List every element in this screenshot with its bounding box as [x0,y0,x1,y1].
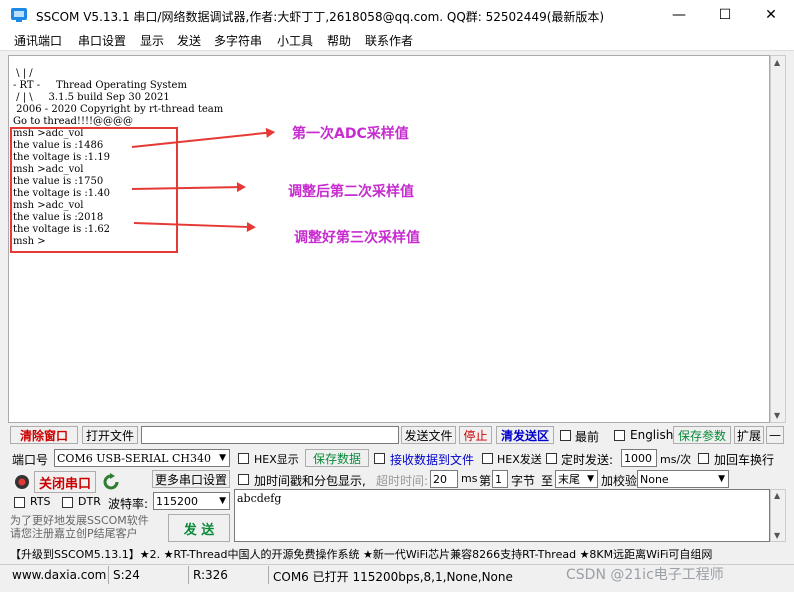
menu-port[interactable]: 通讯端口 [14,32,62,49]
clear-send-button[interactable]: 清发送区 [496,426,554,444]
status-website[interactable]: www.daxia.com [12,568,106,582]
minimize-button[interactable]: — [656,0,702,30]
send-button[interactable]: 发 送 [168,514,230,542]
port-value: COM6 USB-SERIAL CH340 [57,451,211,465]
save-data-button[interactable]: 保存数据 [305,449,369,467]
tail-value: 末尾 [558,473,580,486]
timed-send-label: 定时发送: [561,453,614,467]
annotation-label: 第一次ADC采样值 [292,126,409,142]
expand-button[interactable]: 扩展 [734,426,764,444]
scroll-up-icon[interactable]: ▲ [774,58,780,67]
menu-help[interactable]: 帮助 [327,32,351,49]
promo-ticker[interactable]: 【升级到SSCOM5.13.1】★2. ★RT-Thread中国人的开源免费操作… [10,546,786,562]
timestamp-checkbox[interactable] [238,474,249,485]
timeout-input[interactable]: 20 [430,470,458,488]
topmost-label: 最前 [575,430,600,444]
terminal-line: \ | / [13,68,33,79]
rts-label: RTS [30,495,51,508]
checksum-label: 加校验 [601,474,638,488]
receive-to-file-label[interactable]: 接收数据到文件 [390,451,474,468]
window-title: SSCOM V5.13.1 串口/网络数据调试器,作者:大虾丁丁,2618058… [36,10,605,24]
status-divider [268,566,269,584]
to-label: 至 [541,474,554,488]
hex-display-checkbox[interactable] [238,453,249,464]
english-checkbox[interactable] [614,430,625,441]
port-label: 端口号 [12,453,49,467]
dtr-label: DTR [78,495,101,508]
chevron-down-icon[interactable]: ▼ [587,474,594,484]
record-icon [15,475,29,489]
open-file-button[interactable]: 打开文件 [82,426,138,444]
tail-select[interactable]: 末尾 ▼ [555,470,598,488]
menu-contact[interactable]: 联系作者 [365,32,413,49]
status-received: R:326 [193,568,228,582]
status-port-state: COM6 已打开 115200bps,8,1,None,None [273,570,513,584]
timestamp-label: 加时间戳和分包显示, [254,474,366,488]
scroll-down-icon[interactable]: ▼ [774,531,780,540]
menu-send[interactable]: 发送 [177,32,201,49]
status-divider [188,566,189,584]
english-label: English [630,428,674,442]
timeout-unit: ms [461,472,478,485]
interval-unit: ms/次 [660,453,692,466]
hex-send-checkbox[interactable] [482,453,493,464]
terminal-line: / | \ 3.1.5 build Sep 30 2021 [13,92,170,103]
collapse-button[interactable]: — [766,426,784,444]
status-sent: S:24 [113,568,140,582]
send-input[interactable]: abcdefg [234,489,770,542]
refresh-icon[interactable] [102,473,120,491]
annotation-label: 调整好第三次采样值 [294,230,420,246]
hex-send-label: HEX发送 [497,453,542,466]
baud-select[interactable]: 115200 ▼ [153,492,230,510]
close-port-button[interactable]: 关闭串口 [34,471,96,493]
stop-button[interactable]: 停止 [459,426,492,444]
interval-input[interactable]: 1000 [621,449,657,467]
timed-send-checkbox[interactable] [546,453,557,464]
highlight-box [10,127,178,253]
promo-text[interactable]: 为了更好地发展SSCOM软件 请您注册嘉立创P结尾客户 [10,514,149,540]
close-button[interactable]: ✕ [748,0,794,30]
menu-multi-string[interactable]: 多字符串 [214,32,262,49]
chevron-down-icon[interactable]: ▼ [219,496,226,506]
chevron-down-icon[interactable]: ▼ [718,474,725,484]
more-settings-button[interactable]: 更多串口设置 [152,470,230,488]
terminal-line: 2006 - 2020 Copyright by rt-thread team [13,104,224,115]
scroll-up-icon[interactable]: ▲ [774,491,780,500]
topmost-checkbox[interactable] [560,430,571,441]
chevron-down-icon[interactable]: ▼ [219,453,226,463]
baud-label: 波特率: [108,497,149,511]
checksum-value: None [640,472,669,486]
save-params-button[interactable]: 保存参数 [673,426,731,444]
checksum-select[interactable]: None ▼ [637,470,729,488]
byte-label: 字节 [511,474,536,488]
maximize-button[interactable]: ☐ [702,0,748,30]
port-select[interactable]: COM6 USB-SERIAL CH340 ▼ [54,449,230,467]
add-crlf-label: 加回车换行 [714,453,775,467]
byte-prefix: 第 [479,474,492,488]
rts-checkbox[interactable] [14,497,25,508]
send-scrollbar[interactable]: ▲ ▼ [770,489,786,542]
byte-index-input[interactable]: 1 [492,470,508,488]
receive-to-file-checkbox[interactable] [374,453,385,464]
add-crlf-checkbox[interactable] [698,453,709,464]
dtr-checkbox[interactable] [62,497,73,508]
status-divider [108,566,109,584]
clear-window-button[interactable]: 清除窗口 [10,426,78,444]
annotation-label: 调整后第二次采样值 [288,184,414,200]
terminal-line: - RT - Thread Operating System [13,80,187,91]
send-file-button[interactable]: 发送文件 [401,426,456,444]
app-icon [11,8,27,22]
watermark: CSDN @21ic电子工程师 [566,567,724,583]
timeout-label: 超时时间: [376,474,429,488]
menu-serial-settings[interactable]: 串口设置 [78,32,126,49]
file-path-input[interactable] [141,426,399,444]
hex-display-label: HEX显示 [254,453,299,466]
scroll-down-icon[interactable]: ▼ [774,411,780,420]
baud-value: 115200 [156,494,198,508]
menu-display[interactable]: 显示 [140,32,164,49]
receive-scrollbar[interactable]: ▲ ▼ [770,55,786,423]
menu-tools[interactable]: 小工具 [277,32,313,49]
